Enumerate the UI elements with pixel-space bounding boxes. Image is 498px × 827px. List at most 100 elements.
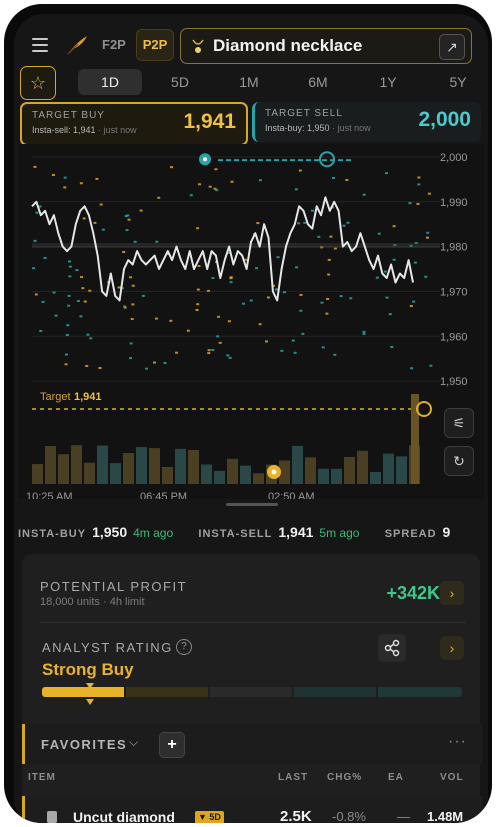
order-dot bbox=[86, 333, 90, 336]
timeframe-5d[interactable]: 5D bbox=[148, 69, 212, 95]
item-search-box[interactable]: Diamond necklace ↗ bbox=[180, 28, 472, 64]
target-sell-value: 2,000 bbox=[418, 108, 471, 131]
item-name: Uncut diamond bbox=[73, 809, 175, 823]
order-dot bbox=[327, 258, 331, 261]
order-dot bbox=[339, 295, 343, 298]
timeframe-1y[interactable]: 1Y bbox=[356, 69, 420, 95]
target-sell-label: TARGET SELL bbox=[265, 108, 343, 119]
volume-bar bbox=[383, 453, 394, 484]
favorite-star-button[interactable]: ☆ bbox=[20, 66, 56, 100]
order-dot bbox=[124, 215, 128, 218]
ask-dash bbox=[218, 159, 223, 162]
x-tick-label: 10:25 AM bbox=[26, 491, 72, 499]
order-dot bbox=[375, 276, 379, 279]
order-dot bbox=[34, 293, 38, 296]
table-row[interactable]: Uncut diamond ▼ 5D 2.5K -0.8% — 1.48M bbox=[22, 796, 483, 823]
order-dot bbox=[131, 284, 135, 287]
volume-bar bbox=[253, 473, 264, 484]
order-dot bbox=[39, 329, 43, 332]
order-dot bbox=[413, 261, 417, 264]
order-dot bbox=[427, 192, 431, 195]
order-dot bbox=[99, 203, 103, 206]
order-dot bbox=[125, 229, 129, 232]
gold-ring-marker bbox=[416, 401, 432, 417]
timeframe-1m[interactable]: 1M bbox=[217, 69, 281, 95]
ask-dash bbox=[290, 159, 295, 162]
volume-bar bbox=[84, 462, 95, 484]
add-favorite-button[interactable]: + bbox=[159, 732, 185, 758]
volume-bar bbox=[357, 450, 368, 484]
order-dot bbox=[417, 183, 421, 186]
favorites-title[interactable]: FAVORITES bbox=[41, 737, 127, 752]
item-ea: — bbox=[397, 809, 410, 823]
x-tick-label: 02:50 AM bbox=[268, 491, 314, 499]
share-button[interactable] bbox=[378, 634, 406, 662]
col-vol[interactable]: VOL bbox=[440, 772, 464, 783]
more-options-icon[interactable]: ··· bbox=[448, 733, 467, 751]
profit-chevron-button[interactable]: › bbox=[440, 581, 464, 605]
hamburger-menu-icon[interactable] bbox=[32, 38, 48, 52]
order-dot bbox=[153, 361, 157, 364]
ask-dash bbox=[282, 159, 287, 162]
chart-refresh-button[interactable]: ↻ bbox=[444, 446, 474, 476]
order-dot bbox=[123, 305, 127, 308]
col-last[interactable]: LAST bbox=[278, 772, 308, 783]
volume-bar bbox=[240, 465, 251, 484]
necklace-icon bbox=[192, 39, 204, 53]
volume-bar bbox=[227, 458, 238, 484]
order-dot bbox=[196, 303, 200, 306]
order-dot bbox=[198, 183, 202, 186]
order-dot bbox=[89, 337, 93, 340]
volume-bar bbox=[162, 466, 173, 484]
order-dot bbox=[321, 346, 325, 349]
price-chart[interactable]: 2,000 1,990 1,980 1,970 1,960 1,950 Target 1,94… bbox=[18, 144, 484, 503]
target-sell-card[interactable]: TARGET SELL Insta-buy: 1,950 · just now … bbox=[252, 102, 481, 142]
target-buy-card[interactable]: TARGET BUY Insta-sell: 1,941 · just now … bbox=[20, 102, 248, 146]
order-dot bbox=[33, 165, 37, 168]
order-dot bbox=[186, 329, 190, 332]
chart-settings-button[interactable]: ⚟ bbox=[444, 408, 474, 438]
order-dot bbox=[141, 294, 145, 297]
volume-bar bbox=[188, 449, 199, 484]
order-dot bbox=[274, 288, 278, 291]
order-dot bbox=[258, 323, 262, 326]
rating-chevron-button[interactable]: › bbox=[440, 636, 464, 660]
order-dot bbox=[101, 228, 105, 231]
x-tick-label: 06:45 PM bbox=[140, 491, 187, 499]
order-dot bbox=[327, 273, 331, 276]
timeframe-5y[interactable]: 5Y bbox=[426, 69, 488, 95]
col-item[interactable]: ITEM bbox=[28, 772, 56, 783]
col-ea[interactable]: EA bbox=[388, 772, 404, 783]
app-screen: F2P P2P Diamond necklace ↗ ☆ 1D 5D 1M 6M… bbox=[14, 14, 488, 823]
order-dot bbox=[255, 267, 259, 270]
ask-dash bbox=[266, 159, 271, 162]
feather-icon[interactable] bbox=[64, 32, 90, 58]
volume-bar bbox=[32, 464, 43, 484]
order-dot bbox=[197, 265, 201, 268]
order-dot bbox=[208, 185, 212, 188]
help-icon[interactable]: ? bbox=[176, 639, 192, 655]
order-dot bbox=[227, 320, 231, 323]
order-dot bbox=[425, 236, 429, 239]
drag-handle[interactable] bbox=[226, 503, 278, 506]
y-tick-label: 1,950 bbox=[440, 376, 468, 388]
order-dot bbox=[229, 276, 233, 279]
price-band bbox=[32, 243, 440, 249]
meter-segment-sell bbox=[294, 687, 376, 697]
order-dot bbox=[229, 281, 233, 284]
tab-p2p[interactable]: P2P bbox=[136, 29, 174, 61]
chevron-down-icon[interactable]: ⌵ bbox=[129, 735, 138, 750]
volume-bar bbox=[123, 453, 134, 484]
timeframe-6m[interactable]: 6M bbox=[286, 69, 350, 95]
order-dot bbox=[408, 202, 412, 205]
open-external-icon[interactable]: ↗ bbox=[439, 34, 465, 60]
uncut-diamond-icon bbox=[47, 811, 57, 823]
tab-f2p[interactable]: F2P bbox=[102, 37, 126, 52]
order-dot bbox=[129, 357, 133, 360]
col-chg[interactable]: CHG% bbox=[327, 772, 362, 783]
details-panel: POTENTIAL PROFIT 18,000 units · 4h limit… bbox=[22, 554, 483, 823]
timeframe-1d[interactable]: 1D bbox=[78, 69, 142, 95]
order-dot bbox=[95, 177, 99, 180]
potential-profit-sub: 18,000 units · 4h limit bbox=[40, 596, 145, 608]
order-dot bbox=[32, 267, 36, 270]
